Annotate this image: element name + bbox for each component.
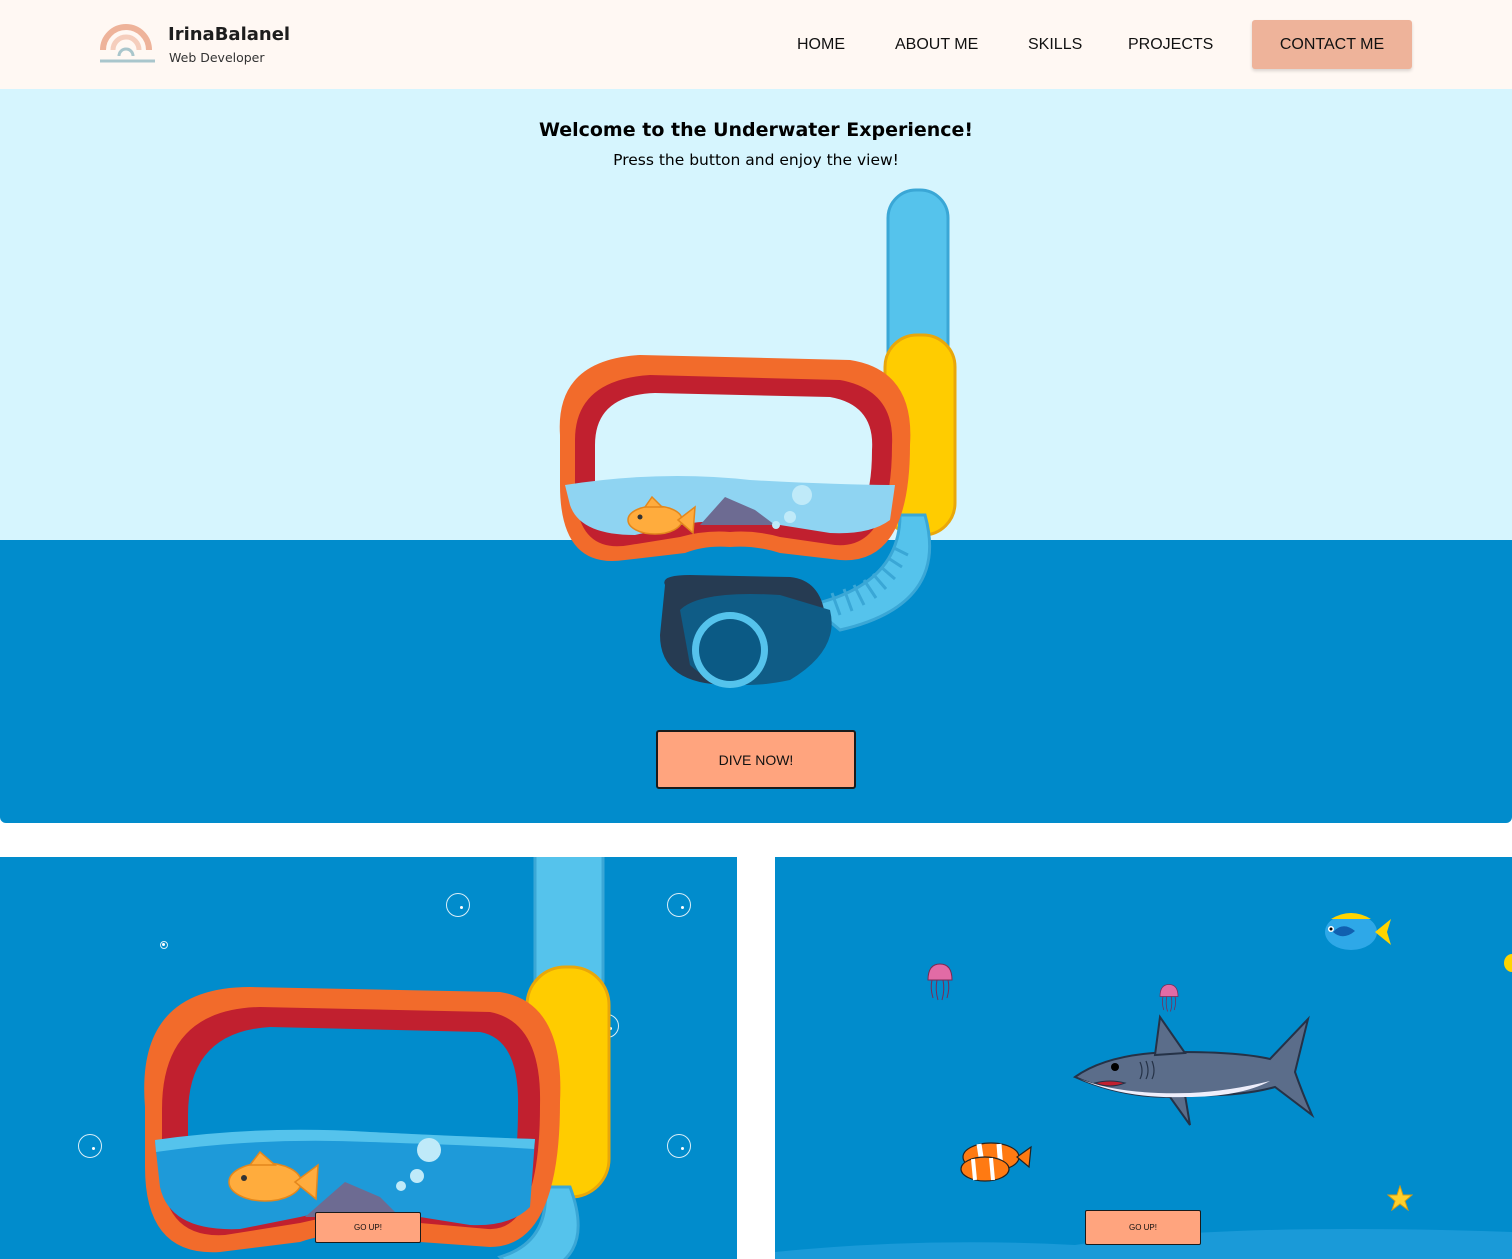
bubble-icon [667,1134,691,1158]
bubble-icon [78,1134,102,1158]
go-up-button[interactable]: GO UP! [1085,1210,1201,1245]
shark-icon [1072,1014,1315,1126]
snorkel-mask-icon [559,188,957,688]
hero-subtitle: Press the button and enjoy the view! [613,151,899,169]
nav-skills[interactable]: SKILLS [1028,36,1082,54]
jellyfish-icon [927,963,953,1001]
site-header: IrinaBalanel Web Developer HOME ABOUT ME… [0,0,1512,89]
rainbow-icon[interactable] [99,22,157,64]
underwater-panel-mask: GO UP! [0,857,737,1259]
nav-home[interactable]: HOME [797,36,845,54]
brand-subtitle: Web Developer [169,50,265,65]
nav-projects[interactable]: PROJECTS [1128,36,1213,54]
nav-about-me[interactable]: ABOUT ME [895,36,978,54]
tropical-fish-icon [1325,913,1391,950]
bubble-icon [667,893,691,917]
dive-now-button[interactable]: DIVE NOW! [656,730,856,789]
starfish-icon [1387,1185,1413,1211]
hero-title: Welcome to the Underwater Experience! [538,119,974,141]
brand-name[interactable]: IrinaBalanel [168,24,290,45]
go-up-button[interactable]: GO UP! [315,1212,421,1243]
contact-me-button[interactable]: CONTACT ME [1252,20,1412,69]
clownfish-icon [960,1142,1032,1182]
snorkel-mask-icon [144,857,611,1259]
underwater-panel-sealife: GO UP! [775,857,1512,1259]
tropical-fish-icon [1504,954,1512,972]
